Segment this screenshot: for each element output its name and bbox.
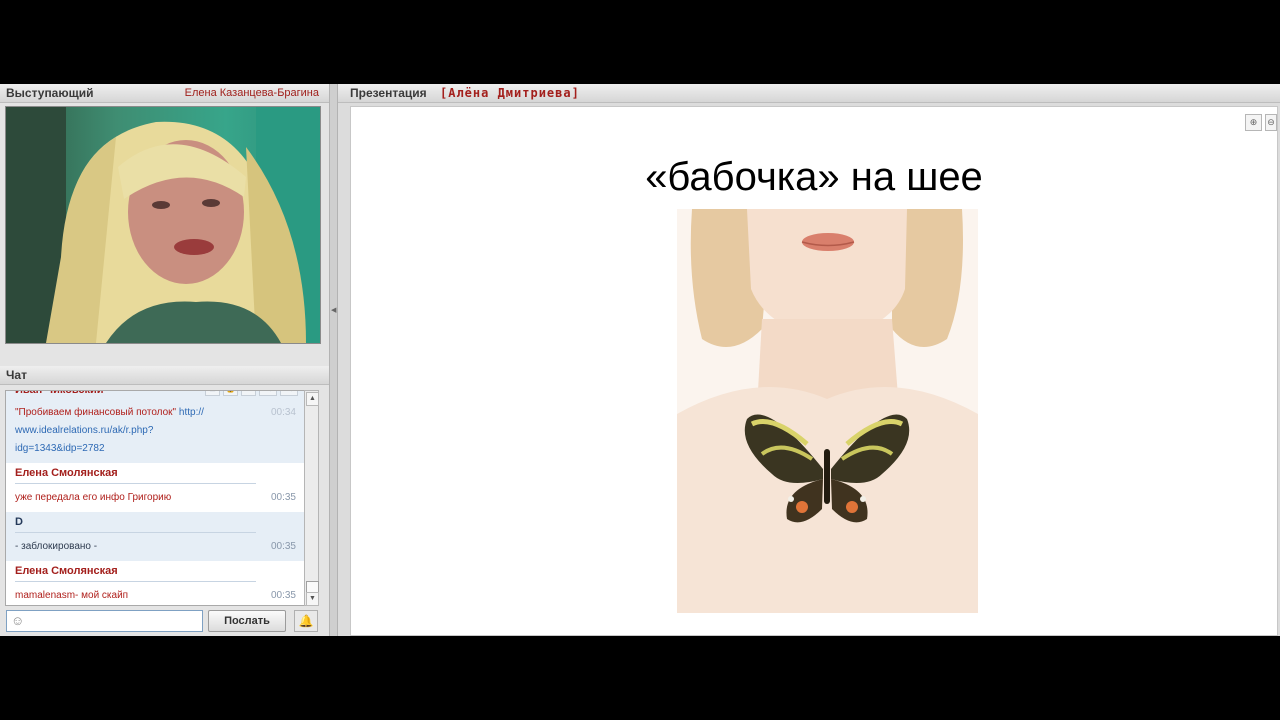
chat-message-text: mamalenasm- мой скайп xyxy=(15,590,129,601)
chat-input[interactable]: ☺ xyxy=(6,610,203,632)
chat-message-text-block: "Пробиваем финансовый потолок" http:// 0… xyxy=(6,400,304,463)
chat-message-text: - заблокировано - xyxy=(15,541,98,552)
send-button[interactable]: Послать xyxy=(208,610,286,632)
chat-message: Елена Смолянская mamalenasm- мой скайп 0… xyxy=(6,561,304,605)
panel-divider[interactable]: ◀ xyxy=(329,84,338,636)
chat-message-link-end[interactable]: idg=1343&idp=2782 xyxy=(15,443,105,454)
chat-message: D - заблокировано - 00:35 xyxy=(6,512,304,561)
chat-panel-header: Чат xyxy=(0,366,329,385)
collapse-handle-icon[interactable]: ◀ xyxy=(331,306,336,314)
speaker-name: Елена Казанцева-Брагина xyxy=(184,87,319,99)
chat-message-text: "Пробиваем финансовый потолок" xyxy=(15,407,177,418)
chat-message-time: 00:35 xyxy=(270,590,296,601)
chat-message-author: Елена Смолянская xyxy=(15,565,118,577)
presentation-presenter: [Алёна Дмитриева] xyxy=(440,86,580,100)
clear-chat-icon[interactable]: ⊟ xyxy=(205,391,220,396)
chat-message-text-block: mamalenasm- мой скайп 00:35 xyxy=(6,582,304,605)
chat-message-time: 00:35 xyxy=(270,541,296,552)
slide-image xyxy=(677,209,978,613)
lock-icon[interactable]: 🔒 xyxy=(223,391,238,396)
speaker-panel-title: Выступающий xyxy=(6,86,94,100)
font-increase-icon[interactable]: T↑ xyxy=(259,391,277,396)
settings-icon[interactable]: ◔ xyxy=(241,391,256,396)
speaker-panel-header: Выступающий Елена Казанцева-Брагина xyxy=(0,84,329,103)
chat-message-author: Елена Смолянская xyxy=(15,467,118,479)
chat-message-list[interactable]: Иван Чиковский ⊟ 🔒 ◔ T↑ T↓ "Пробиваем фи… xyxy=(5,390,305,606)
scroll-down-icon[interactable]: ▼ xyxy=(306,592,319,606)
presentation-panel: Презентация [Алёна Дмитриева] ⊕ ⊖ «бабоч… xyxy=(338,84,1280,636)
speaker-video[interactable] xyxy=(5,106,321,344)
zoom-in-icon[interactable]: ⊕ xyxy=(1245,114,1262,131)
chat-panel-title: Чат xyxy=(6,368,27,382)
chat-message-author: D xyxy=(15,516,23,528)
chat-scrollbar[interactable]: ▲ ▼ xyxy=(304,390,319,606)
scroll-up-icon[interactable]: ▲ xyxy=(306,392,319,406)
chat-message-text: уже передала его инфо Григорию xyxy=(15,492,172,503)
slide-title: «бабочка» на шее xyxy=(645,155,983,199)
webinar-app: Выступающий Елена Казанцева-Брагина Чат xyxy=(0,84,1280,636)
chat-message-time: 00:35 xyxy=(270,492,296,503)
video-frame xyxy=(6,107,320,343)
chat-message-text-block: - заблокировано - 00:35 xyxy=(6,533,304,561)
presentation-header: Презентация [Алёна Дмитриева] xyxy=(338,84,1280,103)
emoji-icon[interactable]: ☺ xyxy=(11,614,24,628)
presentation-title: Презентация xyxy=(350,86,427,100)
chat-message-time: 00:34 xyxy=(270,407,296,418)
chat-message: Елена Смолянская уже передала его инфо Г… xyxy=(6,463,304,512)
left-column: Выступающий Елена Казанцева-Брагина Чат xyxy=(0,84,329,636)
zoom-out-icon[interactable]: ⊖ xyxy=(1265,114,1277,131)
presentation-slide: ⊕ ⊖ «бабочка» на шее xyxy=(350,106,1278,636)
bell-icon[interactable]: 🔔 xyxy=(294,610,318,632)
chat-message: Иван Чиковский ⊟ 🔒 ◔ T↑ T↓ "Пробиваем фи… xyxy=(6,391,304,463)
chat-toolbar: ⊟ 🔒 ◔ T↑ T↓ xyxy=(205,391,298,396)
chat-message-text-block: уже передала его инфо Григорию 00:35 xyxy=(6,484,304,512)
chat-message-link[interactable]: http:// xyxy=(179,407,204,418)
font-decrease-icon[interactable]: T↓ xyxy=(280,391,298,396)
chat-message-link-cont[interactable]: www.idealrelations.ru/ak/r.php? xyxy=(15,425,153,436)
